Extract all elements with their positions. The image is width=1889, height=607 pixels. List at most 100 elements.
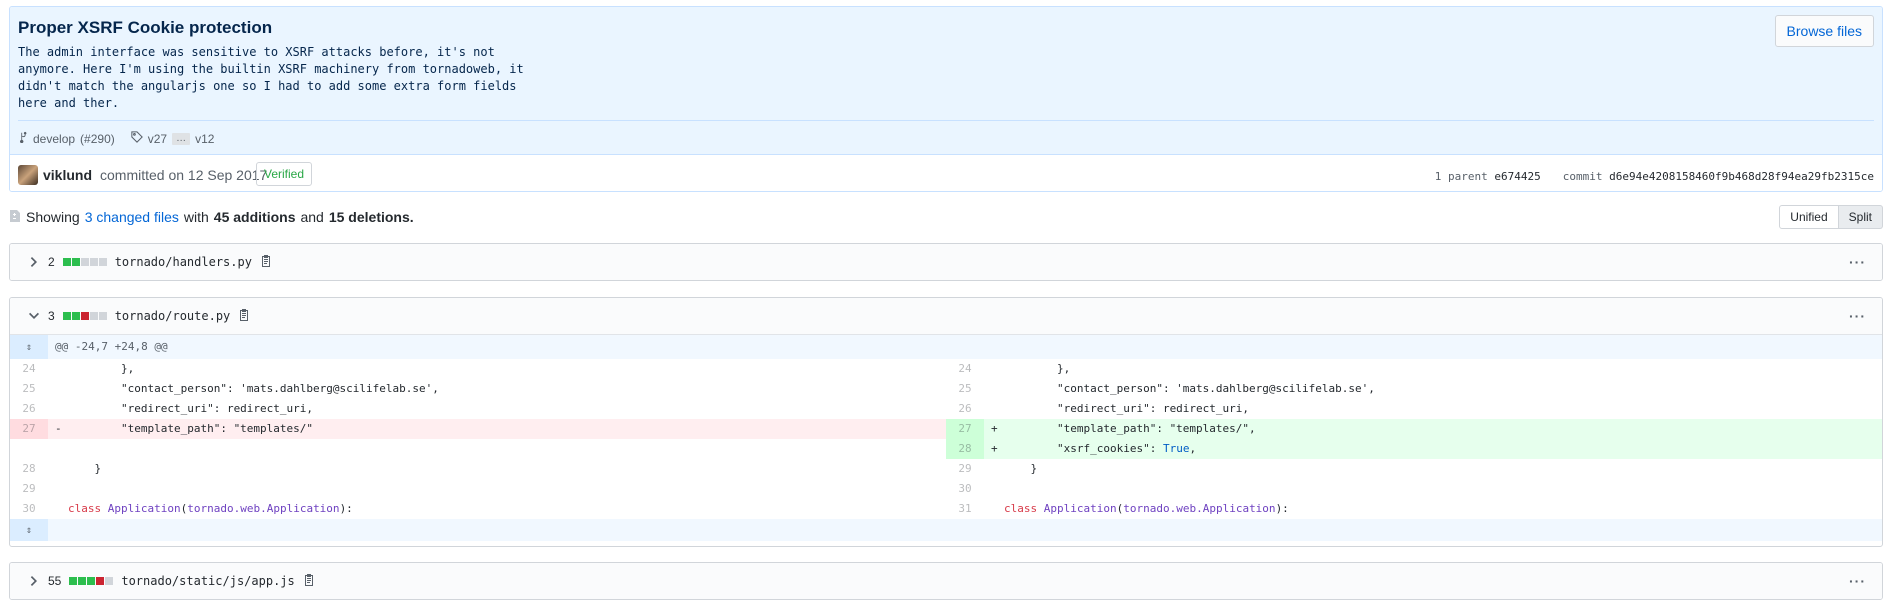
- file-diff: 55 tornado/static/js/app.js ···: [9, 562, 1883, 600]
- diffstat-block: [87, 577, 96, 585]
- file-diff: 3 tornado/route.py ··· ⇕ @@ -24,7 +24,8 …: [9, 297, 1883, 547]
- right-diff-line: 26 "redirect_uri": redirect_uri,: [946, 399, 1882, 419]
- showing-text: Showing: [26, 209, 80, 225]
- tag-link[interactable]: v27: [148, 132, 167, 146]
- line-number[interactable]: 24: [10, 359, 48, 379]
- right-diff-line: 25 "contact_person": 'mats.dahlberg@scil…: [946, 379, 1882, 399]
- left-diff-line: 29: [10, 479, 946, 499]
- diff-sign: +: [991, 442, 998, 455]
- line-number[interactable]: 25: [946, 379, 984, 399]
- line-number[interactable]: 26: [946, 399, 984, 419]
- parent-sha-link[interactable]: e674425: [1494, 170, 1540, 183]
- keyword: class: [1004, 502, 1038, 515]
- commit-box: Proper XSRF Cookie protection The admin …: [9, 6, 1883, 192]
- tag-icon: [131, 131, 143, 146]
- with-text: with: [183, 209, 209, 225]
- left-diff-line: [10, 439, 946, 459]
- split-button[interactable]: Split: [1838, 205, 1883, 229]
- class-name: Application: [107, 502, 181, 515]
- file-header: 3 tornado/route.py ···: [10, 298, 1882, 334]
- divider: [18, 120, 1874, 121]
- diffstat-block: [62, 258, 71, 266]
- file-name-link[interactable]: tornado/handlers.py: [115, 255, 252, 269]
- diff-row: 30 class Application(tornado.web.Applicat…: [10, 499, 1882, 519]
- commit-sha: d6e94e4208158460f9b468d28f94ea29fb2315ce: [1609, 170, 1874, 183]
- diffstat-block: [98, 312, 107, 320]
- diff-sign: -: [55, 422, 62, 435]
- author-link[interactable]: viklund: [43, 167, 92, 183]
- file-name-link[interactable]: tornado/route.py: [115, 309, 231, 323]
- left-diff-line: 26 "redirect_uri": redirect_uri,: [10, 399, 946, 419]
- code-line: }: [68, 462, 102, 475]
- chevron-right-icon[interactable]: [28, 256, 40, 268]
- tag-ellipsis-button[interactable]: …: [172, 132, 191, 145]
- kebab-icon[interactable]: ···: [1849, 573, 1866, 589]
- class-base: tornado.web.Application: [187, 502, 340, 515]
- tag-link[interactable]: v12: [195, 132, 214, 146]
- branch-link[interactable]: develop: [33, 132, 75, 146]
- line-number[interactable]: 25: [10, 379, 48, 399]
- file-name-link[interactable]: tornado/static/js/app.js: [121, 574, 294, 588]
- code-line: "contact_person": 'mats.dahlberg@scilife…: [68, 382, 439, 395]
- diffstat-block: [69, 577, 78, 585]
- changed-files-link[interactable]: 3 changed files: [85, 209, 179, 225]
- diffstat-block: [71, 258, 80, 266]
- line-number[interactable]: 30: [946, 479, 984, 499]
- kebab-icon[interactable]: ···: [1849, 254, 1866, 270]
- diffstat-block: [71, 312, 80, 320]
- line-number[interactable]: 27: [946, 419, 984, 439]
- diff-summary: Showing 3 changed files with 45 addition…: [9, 207, 414, 227]
- diff-rows: 24 }, 24 }, 25 "contact_person": 'mats.dah…: [10, 359, 1882, 519]
- line-number[interactable]: 29: [946, 459, 984, 479]
- browse-files-button[interactable]: Browse files: [1774, 15, 1874, 47]
- avatar[interactable]: [18, 165, 38, 185]
- commit-description: The admin interface was sensitive to XSR…: [18, 45, 524, 110]
- verified-badge[interactable]: Verified: [256, 162, 313, 186]
- git-branch-icon: [18, 131, 28, 146]
- expand-icon[interactable]: ⇕: [10, 519, 48, 541]
- clipboard-icon[interactable]: [303, 573, 315, 590]
- unified-button[interactable]: Unified: [1779, 205, 1839, 229]
- diffstat: [62, 312, 107, 320]
- line-number[interactable]: 24: [946, 359, 984, 379]
- diff-row: 29 30: [10, 479, 1882, 499]
- code-line: "redirect_uri": redirect_uri,: [1004, 402, 1250, 415]
- clipboard-icon[interactable]: [260, 254, 272, 271]
- diff-row: 27- "template_path": "templates/" 27 + "te…: [10, 419, 1882, 439]
- diffstat-block: [105, 577, 114, 585]
- line-number[interactable]: 26: [10, 399, 48, 419]
- code-text: "xsrf_cookies":: [1004, 442, 1163, 455]
- code-line: class Application(tornado.web.Applicatio…: [68, 502, 353, 515]
- chevron-down-icon[interactable]: [28, 310, 40, 322]
- code-line: class Application(tornado.web.Applicatio…: [1004, 502, 1289, 515]
- changes-count: 2: [48, 255, 55, 269]
- right-diff-line: 30: [946, 479, 1882, 499]
- line-number[interactable]: 28: [946, 439, 984, 459]
- code-text: ,: [1189, 442, 1197, 455]
- line-number[interactable]: 30: [10, 499, 48, 519]
- diff-row: 26 "redirect_uri": redirect_uri, 26 "redi…: [10, 399, 1882, 419]
- clipboard-icon[interactable]: [238, 308, 250, 325]
- right-diff-line: 24 },: [946, 359, 1882, 379]
- right-diff-line: 27 + "template_path": "templates/",: [946, 419, 1882, 439]
- hunk-header: ⇕ @@ -24,7 +24,8 @@: [10, 335, 1882, 359]
- line-number[interactable]: 28: [10, 459, 48, 479]
- diffstat-block: [96, 577, 105, 585]
- pr-link[interactable]: (#290): [80, 132, 115, 146]
- code-line: "redirect_uri": redirect_uri,: [68, 402, 314, 415]
- file-diff: 2 tornado/handlers.py ···: [9, 243, 1883, 281]
- chevron-right-icon[interactable]: [28, 575, 40, 587]
- diff-row: 24 }, 24 },: [10, 359, 1882, 379]
- right-diff-line: 31 class Application(tornado.web.Applicat…: [946, 499, 1882, 519]
- code-line: "xsrf_cookies": True,: [1004, 439, 1196, 459]
- expand-icon[interactable]: ⇕: [10, 335, 48, 359]
- expand-row: ⇕: [10, 519, 1882, 541]
- commit-label: commit: [1562, 170, 1603, 183]
- code-line: "contact_person": 'mats.dahlberg@scilife…: [1004, 382, 1375, 395]
- diffstat-block: [89, 312, 98, 320]
- diff-row: 28 } 29 }: [10, 459, 1882, 479]
- line-number[interactable]: 29: [10, 479, 48, 499]
- line-number[interactable]: 31: [946, 499, 984, 519]
- kebab-icon[interactable]: ···: [1849, 308, 1866, 324]
- line-number[interactable]: 27: [10, 419, 48, 439]
